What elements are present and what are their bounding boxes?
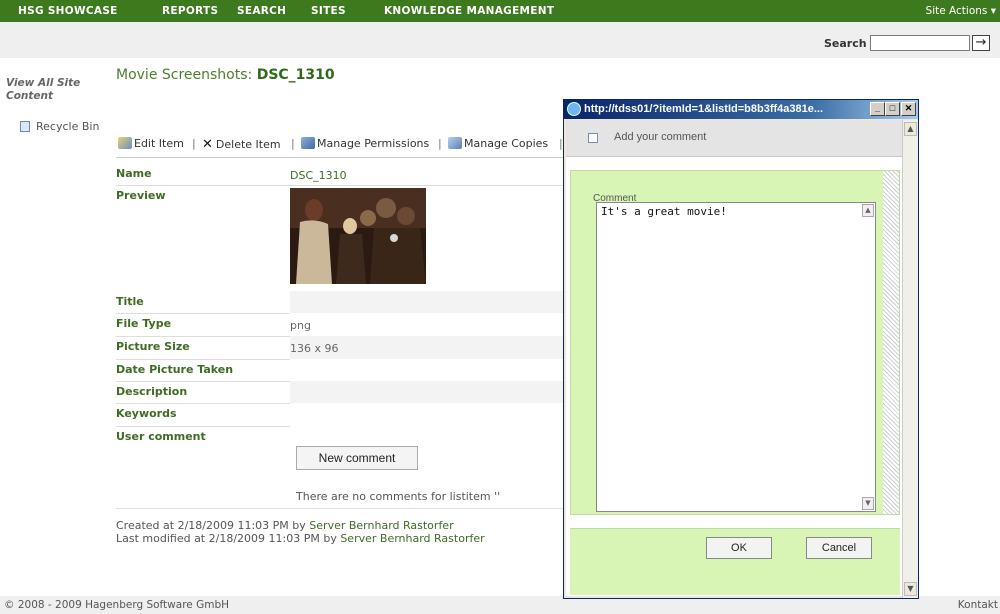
- item-metadata: Created at 2/18/2009 11:03 PM by Server …: [116, 519, 485, 545]
- popup-button-bar: OK Cancel: [570, 528, 900, 595]
- popup-header: Add your comment: [566, 120, 902, 157]
- field-label-name: Name: [116, 167, 152, 180]
- nav-reports[interactable]: REPORTS: [162, 0, 218, 22]
- preview-image[interactable]: [290, 188, 426, 284]
- edit-item-label: Edit Item: [134, 137, 184, 150]
- popup-titlebar[interactable]: http://tdss01/?itemId=1&listId=b8b3ff4a3…: [564, 100, 918, 119]
- field-row-date-taken: Date Picture Taken: [116, 359, 566, 382]
- field-label-description: Description: [116, 385, 188, 398]
- toolbar-separator: |: [438, 137, 442, 150]
- field-row-name: Name DSC_1310: [116, 163, 566, 186]
- popup-scroll-up-icon[interactable]: ▲: [904, 122, 917, 136]
- contact-link[interactable]: Kontakt: [958, 599, 998, 611]
- nav-sites[interactable]: SITES: [311, 0, 346, 22]
- comment-textarea[interactable]: [596, 202, 876, 512]
- preview-photo: [290, 188, 426, 284]
- field-label-filetype: File Type: [116, 317, 172, 330]
- list-icon: [588, 133, 598, 143]
- comment-popup-window: http://tdss01/?itemId=1&listId=b8b3ff4a3…: [563, 99, 919, 599]
- delete-item-label: Delete Item: [215, 138, 281, 151]
- scroll-up-icon[interactable]: ▲: [862, 204, 874, 217]
- new-comment-button[interactable]: New comment: [296, 446, 418, 470]
- popup-heading: Add your comment: [614, 131, 707, 143]
- field-row-keywords: Keywords: [116, 403, 566, 427]
- item-toolbar: Edit Item | ✕ Delete Item | Manage Permis…: [116, 129, 566, 158]
- delete-item-button[interactable]: ✕ Delete Item: [202, 137, 281, 152]
- permissions-icon: [301, 137, 315, 149]
- popup-scrollbar[interactable]: ▲ ▼: [902, 120, 918, 598]
- field-value-name[interactable]: DSC_1310: [290, 169, 347, 182]
- manage-copies-label: Manage Copies: [464, 137, 549, 150]
- copyright-text: © 2008 - 2009 Hagenberg Software GmbH: [4, 599, 230, 611]
- field-row-filetype: File Type png: [116, 313, 566, 337]
- manage-permissions-label: Manage Permissions: [317, 137, 430, 150]
- top-navigation: HSG SHOWCASE REPORTS SEARCH SITES KNOWLE…: [0, 0, 1000, 22]
- field-row-description: Description: [116, 381, 566, 404]
- field-label-picture-size: Picture Size: [116, 340, 190, 353]
- field-row-title: Title: [116, 291, 566, 314]
- site-actions-menu[interactable]: Site Actions ▾: [926, 0, 996, 22]
- field-value-filetype: png: [290, 319, 311, 332]
- ok-button[interactable]: OK: [706, 537, 772, 559]
- toolbar-separator: |: [291, 137, 295, 150]
- page-title-item: DSC_1310: [256, 67, 335, 83]
- recycle-bin-label: Recycle Bin: [36, 120, 100, 133]
- minimize-button[interactable]: _: [870, 102, 885, 116]
- created-by-link[interactable]: Server Bernhard Rastorfer: [309, 519, 453, 532]
- popup-scroll-down-icon[interactable]: ▼: [904, 582, 917, 596]
- field-label-preview: Preview: [116, 189, 166, 202]
- delete-icon: ✕: [202, 137, 213, 152]
- view-all-site-content-link[interactable]: View All Site Content: [6, 77, 106, 103]
- hatch-border: [883, 171, 899, 514]
- edit-item-button[interactable]: Edit Item: [118, 137, 184, 150]
- field-label-date-taken: Date Picture Taken: [116, 363, 234, 376]
- manage-permissions-button[interactable]: Manage Permissions: [301, 137, 429, 150]
- popup-title: http://tdss01/?itemId=1&listId=b8b3ff4a3…: [584, 103, 824, 115]
- field-label-user-comment: User comment: [116, 430, 206, 443]
- field-row-picture-size: Picture Size 136 x 96: [116, 336, 566, 360]
- page-title-list[interactable]: Movie Screenshots:: [116, 67, 257, 83]
- search-go-button[interactable]: →: [972, 35, 990, 51]
- toolbar-separator: |: [192, 137, 196, 150]
- recycle-bin-icon: [20, 121, 30, 132]
- nav-search[interactable]: SEARCH: [237, 0, 286, 22]
- field-row-preview: Preview: [116, 185, 566, 291]
- page-title: Movie Screenshots: DSC_1310: [116, 67, 335, 83]
- modified-text: Last modified at 2/18/2009 11:03 PM by: [116, 532, 341, 545]
- created-text: Created at 2/18/2009 11:03 PM by: [116, 519, 310, 532]
- nav-knowledge-management[interactable]: KNOWLEDGE MANAGEMENT: [384, 0, 554, 22]
- recycle-bin-link[interactable]: Recycle Bin: [20, 120, 99, 133]
- popup-body: Add your comment Comment ▲ ▼ OK Cancel: [566, 120, 902, 596]
- copies-icon: [448, 137, 462, 149]
- comment-scrollbar[interactable]: ▲ ▼: [862, 204, 874, 510]
- field-label-title: Title: [116, 295, 144, 308]
- edit-icon: [118, 137, 132, 149]
- no-comments-text: There are no comments for listitem '': [296, 490, 501, 503]
- scroll-down-icon[interactable]: ▼: [862, 497, 874, 510]
- maximize-button[interactable]: □: [885, 102, 900, 116]
- field-value-picture-size: 136 x 96: [290, 342, 339, 355]
- ie-icon: [567, 102, 581, 116]
- close-button[interactable]: ✕: [901, 102, 916, 116]
- manage-copies-button[interactable]: Manage Copies: [448, 137, 548, 150]
- field-label-keywords: Keywords: [116, 407, 177, 420]
- search-input[interactable]: [870, 35, 970, 51]
- nav-hsg-showcase[interactable]: HSG SHOWCASE: [18, 0, 118, 22]
- modified-by-link[interactable]: Server Bernhard Rastorfer: [340, 532, 484, 545]
- cancel-button[interactable]: Cancel: [806, 537, 872, 559]
- search-label: Search: [824, 37, 867, 50]
